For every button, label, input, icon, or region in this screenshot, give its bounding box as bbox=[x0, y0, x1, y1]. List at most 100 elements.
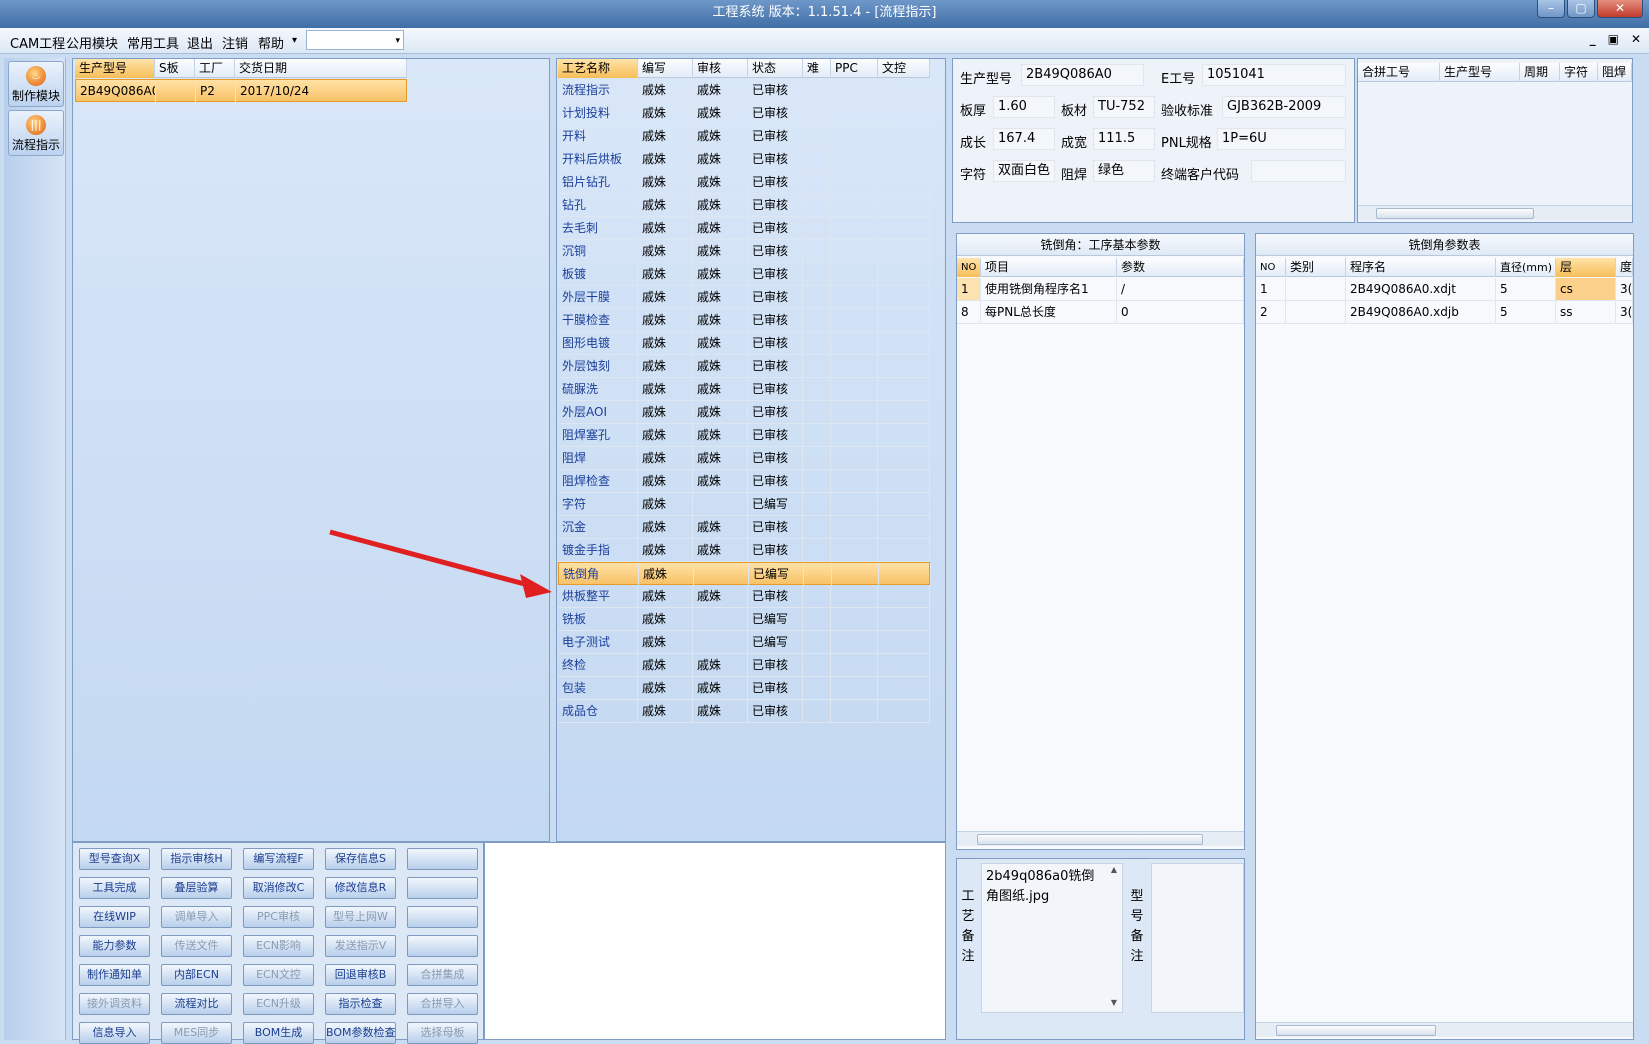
col-param-program[interactable]: 程序名 bbox=[1346, 258, 1496, 277]
table-row[interactable]: 终检 戚姝 戚姝 已审核 bbox=[558, 654, 930, 677]
menu-public-module[interactable]: 公用模块 bbox=[66, 33, 118, 52]
table-row[interactable]: 钻孔 戚姝 戚姝 已审核 bbox=[558, 194, 930, 217]
command-button[interactable]: 选择母板 bbox=[407, 1022, 478, 1044]
command-button[interactable]: 保存信息S bbox=[325, 848, 396, 870]
command-button[interactable]: 接外调资料 bbox=[79, 993, 150, 1015]
soldermask-field[interactable]: 绿色 bbox=[1093, 160, 1155, 182]
command-button[interactable]: 修改信息R bbox=[325, 877, 396, 899]
col-basic-param[interactable]: 参数 bbox=[1117, 258, 1244, 277]
command-button[interactable]: 指示审核H bbox=[161, 848, 232, 870]
character-field[interactable]: 双面白色 bbox=[993, 160, 1055, 182]
mdi-restore-button[interactable]: ▣ bbox=[1608, 32, 1619, 46]
model-field[interactable]: 2B49Q086A0 bbox=[1021, 64, 1144, 86]
table-row[interactable]: 开料后烘板 戚姝 戚姝 已审核 bbox=[558, 148, 930, 171]
col-writer[interactable]: 编写 bbox=[638, 59, 693, 78]
command-button[interactable]: 型号上网W bbox=[325, 906, 396, 928]
standard-field[interactable]: GJB362B-2009 bbox=[1222, 96, 1346, 118]
command-button[interactable]: 信息导入 bbox=[79, 1022, 150, 1044]
table-row[interactable]: 外层AOI 戚姝 戚姝 已审核 bbox=[558, 401, 930, 424]
table-row[interactable]: 外层干膜 戚姝 戚姝 已审核 bbox=[558, 286, 930, 309]
table-row[interactable]: 干膜检查 戚姝 戚姝 已审核 bbox=[558, 309, 930, 332]
col-doc-control[interactable]: 文控 bbox=[878, 59, 930, 78]
mdi-close-button[interactable]: ✕ bbox=[1631, 32, 1641, 46]
menu-cam[interactable]: CAM工程 bbox=[10, 33, 65, 52]
table-row[interactable]: 烘板整平 戚姝 戚姝 已审核 bbox=[558, 585, 930, 608]
command-button[interactable]: 叠层验算 bbox=[161, 877, 232, 899]
col-param-degree[interactable]: 度 bbox=[1616, 258, 1633, 277]
col-param-no[interactable]: NO bbox=[1256, 258, 1286, 277]
command-button[interactable]: 编写流程F bbox=[243, 848, 314, 870]
basic-scrollbar[interactable] bbox=[957, 831, 1244, 846]
table-row[interactable]: 开料 戚姝 戚姝 已审核 bbox=[558, 125, 930, 148]
help-dropdown-icon[interactable]: ▾ bbox=[292, 35, 297, 46]
command-button[interactable] bbox=[407, 877, 478, 899]
table-row[interactable]: 镀金手指 戚姝 戚姝 已审核 bbox=[558, 539, 930, 562]
table-row[interactable]: 铝片钻孔 戚姝 戚姝 已审核 bbox=[558, 171, 930, 194]
col-delivery[interactable]: 交货日期 bbox=[235, 59, 407, 78]
table-row[interactable]: 铣板 戚姝 已编写 bbox=[558, 608, 930, 631]
command-button[interactable]: 工具完成 bbox=[79, 877, 150, 899]
menu-combo[interactable]: ▾ bbox=[306, 30, 404, 50]
table-row[interactable]: 图形电镀 戚姝 戚姝 已审核 bbox=[558, 332, 930, 355]
command-button[interactable]: PPC审核 bbox=[243, 906, 314, 928]
module-flow-button[interactable]: ||| 流程指示 bbox=[8, 110, 64, 156]
table-row[interactable]: 成品仓 戚姝 戚姝 已审核 bbox=[558, 700, 930, 723]
col-merge-no[interactable]: 合拼工号 bbox=[1358, 63, 1440, 82]
col-sboard[interactable]: S板 bbox=[155, 59, 195, 78]
col-param-type[interactable]: 类别 bbox=[1286, 258, 1346, 277]
table-row[interactable]: 2B49Q086A0 P2 2017/10/24 bbox=[75, 79, 408, 102]
length-field[interactable]: 167.4 bbox=[993, 128, 1055, 150]
merge-scrollbar[interactable] bbox=[1358, 205, 1632, 220]
command-button[interactable]: 取消修改C bbox=[243, 877, 314, 899]
model-notes-text[interactable] bbox=[1151, 863, 1244, 1013]
command-button[interactable]: 合拼导入 bbox=[407, 993, 478, 1015]
table-row[interactable]: 1 2B49Q086A0.xdjt 5 cs 3( bbox=[1256, 278, 1633, 301]
col-merge-cycle[interactable]: 周期 bbox=[1520, 63, 1560, 82]
table-row[interactable]: 流程指示 戚姝 戚姝 已审核 bbox=[558, 79, 930, 102]
command-button[interactable]: ECN升级 bbox=[243, 993, 314, 1015]
command-button[interactable]: 制作通知单 bbox=[79, 964, 150, 986]
command-button[interactable]: 指示检查 bbox=[325, 993, 396, 1015]
menu-logout[interactable]: 注销 bbox=[222, 33, 248, 52]
table-row[interactable]: 1 使用铣倒角程序名1 / bbox=[957, 278, 1244, 301]
command-button[interactable]: ECN文控 bbox=[243, 964, 314, 986]
command-button[interactable]: 发送指示V bbox=[325, 935, 396, 957]
command-button[interactable]: 流程对比 bbox=[161, 993, 232, 1015]
table-row[interactable]: 计划投料 戚姝 戚姝 已审核 bbox=[558, 102, 930, 125]
table-row[interactable]: 板镀 戚姝 戚姝 已审核 bbox=[558, 263, 930, 286]
menu-common-tools[interactable]: 常用工具 bbox=[127, 33, 179, 52]
command-button[interactable]: 能力参数 bbox=[79, 935, 150, 957]
col-ppc[interactable]: PPC bbox=[831, 59, 878, 78]
pnl-field[interactable]: 1P=6U bbox=[1217, 128, 1346, 150]
command-button[interactable]: MES同步 bbox=[161, 1022, 232, 1044]
col-process-name[interactable]: 工艺名称 bbox=[558, 59, 638, 78]
customer-code-field[interactable] bbox=[1251, 160, 1346, 182]
eno-field[interactable]: 1051041 bbox=[1202, 64, 1346, 86]
command-button[interactable] bbox=[407, 906, 478, 928]
col-merge-mask[interactable]: 阻焊 bbox=[1598, 63, 1632, 82]
table-row[interactable]: 阻焊塞孔 戚姝 戚姝 已审核 bbox=[558, 424, 930, 447]
col-status[interactable]: 状态 bbox=[748, 59, 803, 78]
col-param-layer[interactable]: 层 bbox=[1556, 258, 1616, 277]
col-merge-model[interactable]: 生产型号 bbox=[1440, 63, 1520, 82]
col-reviewer[interactable]: 审核 bbox=[693, 59, 748, 78]
table-row[interactable]: 去毛刺 戚姝 戚姝 已审核 bbox=[558, 217, 930, 240]
col-basic-no[interactable]: NO bbox=[957, 258, 981, 277]
command-button[interactable] bbox=[407, 935, 478, 957]
mdi-minimize-button[interactable]: _ bbox=[1590, 32, 1596, 46]
table-row[interactable]: 电子测试 戚姝 已编写 bbox=[558, 631, 930, 654]
col-difficulty[interactable]: 难 bbox=[803, 59, 831, 78]
craft-notes-text[interactable]: 2b49q086a0铣倒角图纸.jpg bbox=[981, 863, 1123, 1013]
table-row[interactable]: 沉铜 戚姝 戚姝 已审核 bbox=[558, 240, 930, 263]
menu-exit[interactable]: 退出 bbox=[187, 33, 213, 52]
col-model[interactable]: 生产型号 bbox=[75, 59, 155, 78]
command-button[interactable]: BOM生成 bbox=[243, 1022, 314, 1044]
table-row[interactable]: 8 每PNL总长度 0 bbox=[957, 301, 1244, 324]
param-scrollbar[interactable] bbox=[1256, 1022, 1633, 1037]
table-row[interactable]: 硫脲洗 戚姝 戚姝 已审核 bbox=[558, 378, 930, 401]
col-factory[interactable]: 工厂 bbox=[195, 59, 235, 78]
command-button[interactable] bbox=[407, 848, 478, 870]
table-row[interactable]: 外层蚀刻 戚姝 戚姝 已审核 bbox=[558, 355, 930, 378]
menu-help[interactable]: 帮助 bbox=[258, 33, 284, 52]
col-merge-char[interactable]: 字符 bbox=[1560, 63, 1598, 82]
